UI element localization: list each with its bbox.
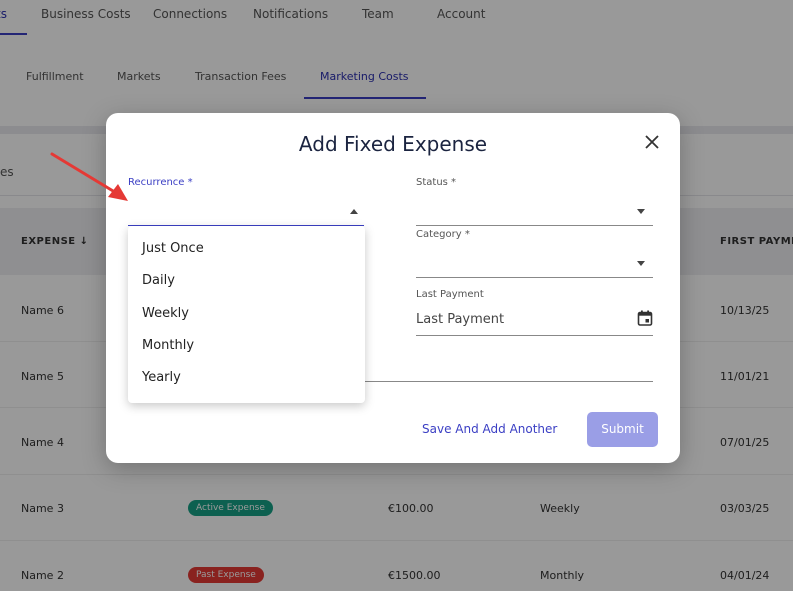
recurrence-option-daily[interactable]: Daily [142, 273, 175, 288]
annotation-arrow-icon [50, 152, 128, 201]
status-underline [416, 225, 653, 226]
recurrence-dropdown-menu: Just Once Daily Weekly Monthly Yearly [128, 226, 365, 403]
last-payment-input[interactable]: Last Payment [416, 312, 504, 327]
recurrence-option-monthly[interactable]: Monthly [142, 338, 194, 353]
last-payment-label: Last Payment [416, 289, 484, 300]
recurrence-option-yearly[interactable]: Yearly [142, 370, 181, 385]
category-underline [416, 277, 653, 278]
submit-button[interactable]: Submit [587, 412, 658, 447]
chevron-up-icon[interactable] [350, 209, 358, 214]
save-and-add-another-button[interactable]: Save And Add Another [422, 422, 557, 436]
status-label: Status * [416, 177, 457, 188]
dialog-title: Add Fixed Expense [298, 132, 488, 156]
close-icon[interactable] [643, 133, 661, 151]
category-label: Category * [416, 229, 470, 240]
recurrence-option-weekly[interactable]: Weekly [142, 306, 189, 321]
chevron-down-icon[interactable] [637, 261, 645, 266]
last-payment-underline [416, 335, 653, 336]
chevron-down-icon[interactable] [637, 209, 645, 214]
recurrence-option-just-once[interactable]: Just Once [142, 241, 204, 256]
calendar-icon[interactable] [637, 310, 653, 326]
